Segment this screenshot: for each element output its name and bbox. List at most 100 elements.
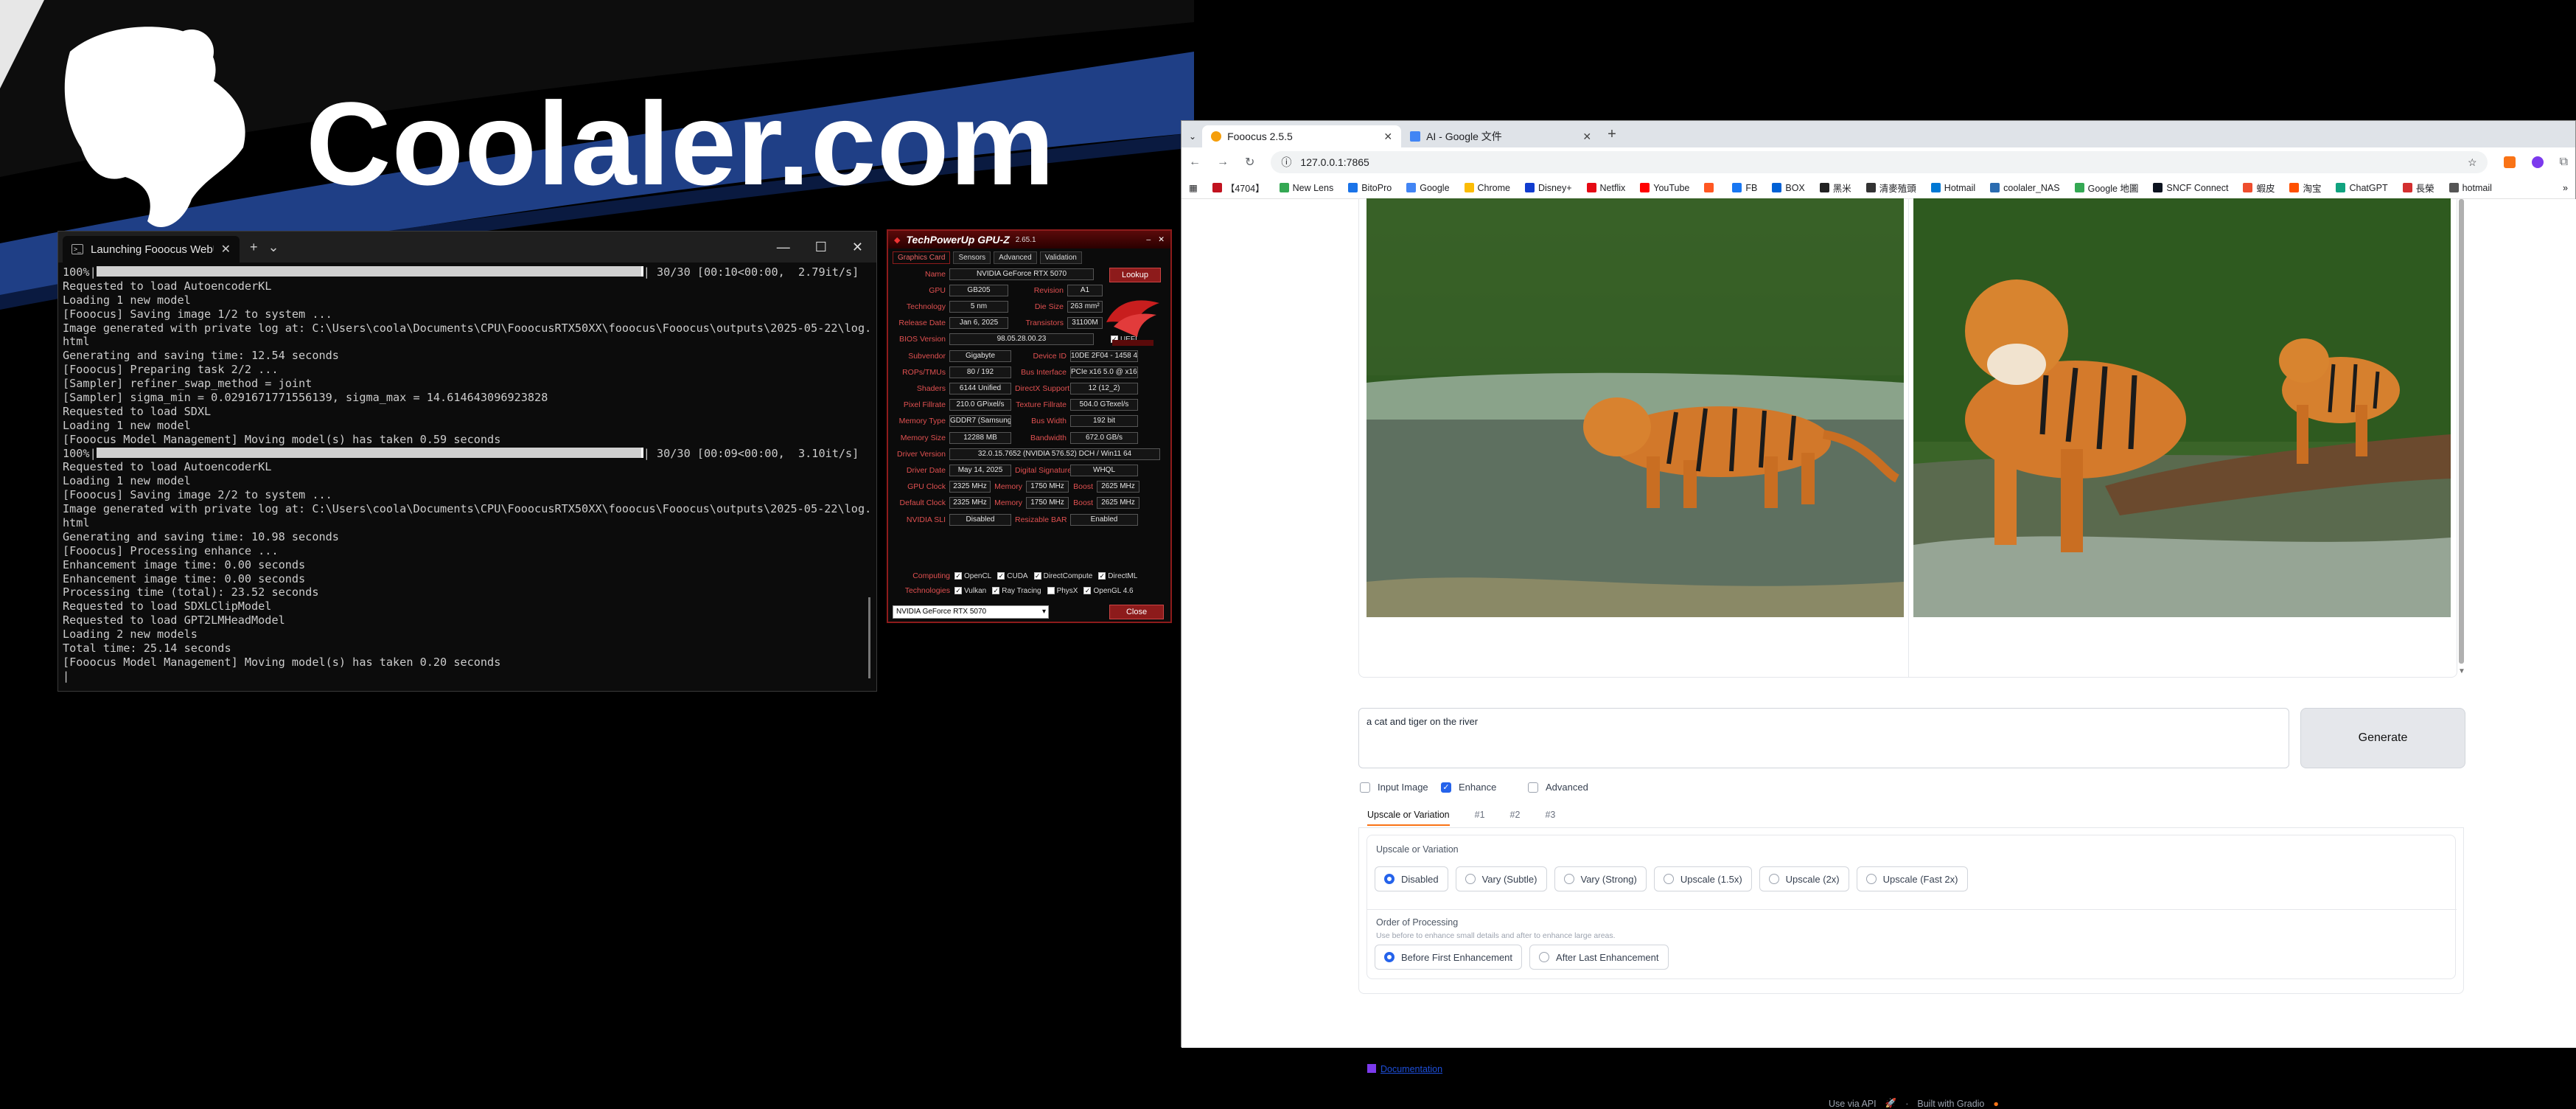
- documentation-link[interactable]: Documentation: [1367, 1064, 1442, 1074]
- radio-option[interactable]: Disabled: [1375, 866, 1448, 891]
- bookmark-item[interactable]: BitoPro: [1348, 183, 1392, 193]
- use-via-api-link[interactable]: Use via API: [1829, 1099, 1877, 1109]
- minimize-icon[interactable]: —: [777, 240, 790, 255]
- bookmark-item[interactable]: hotmail: [2448, 183, 2492, 193]
- new-tab-icon[interactable]: +: [1608, 126, 1616, 143]
- site-info-icon[interactable]: ⓘ: [1281, 155, 1291, 170]
- scroll-down-arrow-icon[interactable]: ▼: [2458, 667, 2465, 675]
- tab-fooocus[interactable]: Fooocus 2.5.5 ✕: [1202, 125, 1402, 147]
- bookmark-item[interactable]: 黑米: [1819, 181, 1851, 195]
- extensions-puzzle-icon[interactable]: ⧉: [2560, 156, 2568, 169]
- radio-dot[interactable]: [1865, 874, 1877, 884]
- bookmark-item[interactable]: ChatGPT: [2336, 183, 2388, 193]
- radio-option[interactable]: Vary (Subtle): [1455, 866, 1547, 891]
- checkbox-input-image[interactable]: Input Image: [1360, 782, 1428, 793]
- radio-option[interactable]: Before First Enhancement: [1375, 945, 1523, 970]
- new-tab-icon[interactable]: +: [250, 240, 258, 255]
- radio-dot[interactable]: [1539, 952, 1550, 962]
- apps-grid-icon[interactable]: ▦: [1189, 182, 1198, 193]
- bookmark-item[interactable]: Netflix: [1586, 183, 1625, 193]
- tab-google-docs[interactable]: AI - Google 文件 ✕: [1401, 125, 1600, 147]
- close-button[interactable]: Close: [1109, 605, 1164, 619]
- back-icon[interactable]: ←: [1189, 156, 1201, 169]
- radio-option[interactable]: Upscale (1.5x): [1653, 866, 1752, 891]
- radio-option[interactable]: Vary (Strong): [1554, 866, 1647, 891]
- radio-dot[interactable]: [1384, 952, 1395, 962]
- terminal-window[interactable]: >_ Launching Fooocus WebUI... ✕ + ⌄ — ☐ …: [57, 231, 877, 692]
- bookmark-item[interactable]: SNCF Connect: [2153, 183, 2228, 193]
- radio-dot[interactable]: [1768, 874, 1779, 884]
- terminal-tab[interactable]: >_ Launching Fooocus WebUI... ✕: [63, 236, 240, 263]
- generate-button[interactable]: Generate: [2300, 708, 2465, 768]
- gpuz-tab[interactable]: Sensors: [953, 251, 991, 264]
- input-image-checkbox[interactable]: [1360, 782, 1370, 793]
- minimize-icon[interactable]: –: [1146, 235, 1151, 244]
- gpuz-tab[interactable]: Advanced: [994, 251, 1037, 264]
- close-tab-icon[interactable]: ✕: [221, 242, 231, 257]
- bookmark-star-icon[interactable]: ☆: [2468, 156, 2477, 169]
- bookmark-item[interactable]: FB: [1732, 183, 1757, 193]
- gpuz-row: GPU GB205 Revision A1: [890, 284, 1106, 296]
- radio-option[interactable]: After Last Enhancement: [1529, 945, 1669, 970]
- gpuz-window[interactable]: ◆ TechPowerUp GPU-Z 2.65.1 – ✕ Graphics …: [887, 229, 1172, 623]
- bookmark-item[interactable]: 蝦皮: [2243, 181, 2275, 195]
- bookmark-item[interactable]: Google 地圖: [2074, 181, 2138, 195]
- prompt-input[interactable]: a cat and tiger on the river: [1358, 708, 2289, 768]
- bookmark-item[interactable]: Google: [1406, 183, 1450, 193]
- maximize-icon[interactable]: ☐: [815, 240, 827, 255]
- terminal-output[interactable]: 100%| | 30/30 [00:10<00:00, 2.79it/s] Requ…: [58, 263, 876, 690]
- gpuz-titlebar[interactable]: ◆ TechPowerUp GPU-Z 2.65.1 – ✕: [888, 231, 1170, 248]
- terminal-scrollbar[interactable]: [868, 597, 870, 678]
- bookmark-item[interactable]: Disney+: [1525, 183, 1572, 193]
- terminal-titlebar[interactable]: >_ Launching Fooocus WebUI... ✕ + ⌄ — ☐ …: [58, 232, 876, 263]
- reload-icon[interactable]: ↻: [1245, 155, 1254, 170]
- close-icon[interactable]: ✕: [1158, 235, 1165, 244]
- bookmark-item[interactable]: New Lens: [1279, 183, 1333, 193]
- bookmark-item[interactable]: 【4704】: [1212, 181, 1265, 195]
- address-bar[interactable]: ⓘ 127.0.0.1:7865 ☆: [1271, 151, 2488, 173]
- page-scrollbar[interactable]: [2459, 199, 2464, 664]
- tab-1[interactable]: #1: [1475, 810, 1485, 826]
- gpuz-tab[interactable]: Graphics Card: [893, 251, 951, 264]
- bookmark-item[interactable]: [1704, 183, 1717, 192]
- generated-image-1[interactable]: [1366, 198, 1904, 617]
- bookmark-label: 蝦皮: [2256, 184, 2275, 194]
- extension-icon[interactable]: [2503, 156, 2516, 168]
- generated-image-2[interactable]: [1913, 198, 2451, 617]
- radio-option[interactable]: Upscale (Fast 2x): [1856, 866, 1968, 891]
- close-tab-icon[interactable]: ✕: [1582, 131, 1591, 143]
- radio-option[interactable]: Upscale (2x): [1759, 866, 1849, 891]
- extension-icon[interactable]: [2531, 156, 2544, 168]
- close-tab-icon[interactable]: ✕: [1383, 131, 1392, 143]
- more-bookmarks-icon[interactable]: »: [2563, 183, 2568, 193]
- gpu-select-dropdown[interactable]: NVIDIA GeForce RTX 5070 ▾: [893, 605, 1049, 619]
- bookmark-item[interactable]: 清麥殖頭: [1865, 181, 1916, 195]
- chevron-down-icon[interactable]: ⌄: [268, 240, 279, 255]
- gpuz-tab[interactable]: Validation: [1039, 251, 1082, 264]
- close-icon[interactable]: ✕: [852, 240, 863, 255]
- tab-2[interactable]: #2: [1510, 810, 1521, 826]
- bookmark-favicon-icon: [1279, 183, 1289, 192]
- bookmark-item[interactable]: YouTube: [1640, 183, 1689, 193]
- advanced-checkbox[interactable]: [1528, 782, 1538, 793]
- built-with-gradio-link[interactable]: Built with Gradio: [1917, 1099, 1984, 1109]
- enhance-checkbox[interactable]: ✓: [1441, 782, 1451, 793]
- radio-dot[interactable]: [1465, 874, 1476, 884]
- checkbox-advanced[interactable]: Advanced: [1528, 782, 1588, 793]
- bookmark-item[interactable]: BOX: [1772, 183, 1805, 193]
- bookmark-item[interactable]: coolaler_NAS: [1990, 183, 2060, 193]
- bookmark-item[interactable]: Hotmail: [1930, 183, 1975, 193]
- browser-window[interactable]: ⌄ Fooocus 2.5.5 ✕ AI - Google 文件 ✕ + ← →…: [1181, 120, 2576, 1109]
- lookup-button[interactable]: Lookup: [1109, 268, 1161, 282]
- bookmark-item[interactable]: 長榮: [2402, 181, 2434, 195]
- tab-3[interactable]: #3: [1545, 810, 1555, 826]
- radio-dot[interactable]: [1663, 874, 1674, 884]
- forward-icon[interactable]: →: [1217, 156, 1229, 169]
- radio-dot[interactable]: [1563, 874, 1574, 884]
- bookmark-item[interactable]: Chrome: [1464, 183, 1510, 193]
- bookmark-item[interactable]: 淘宝: [2289, 181, 2321, 195]
- tab-search-icon[interactable]: ⌄: [1189, 131, 1196, 142]
- checkbox-enhance[interactable]: ✓ Enhance: [1441, 782, 1496, 793]
- radio-dot[interactable]: [1384, 874, 1395, 884]
- tab-upscale-or-variation[interactable]: Upscale or Variation: [1367, 810, 1450, 826]
